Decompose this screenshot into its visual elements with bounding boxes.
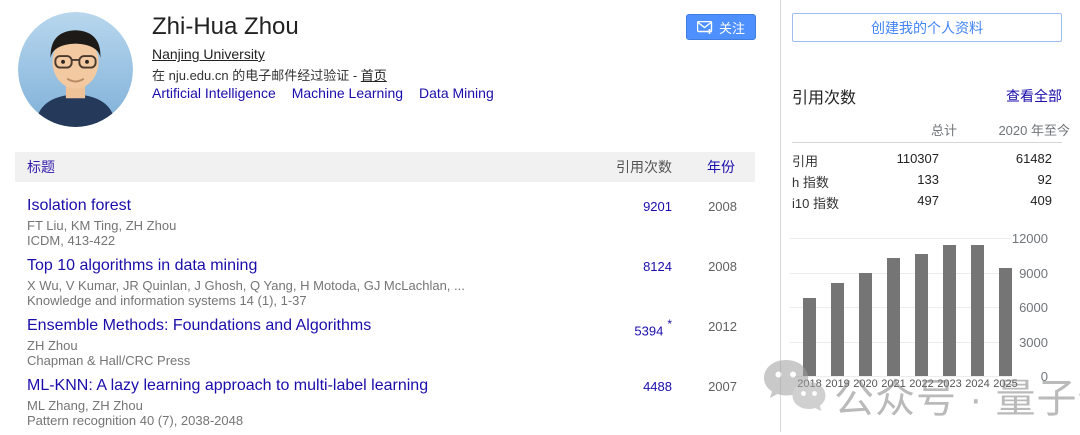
stat-label: i10 指数 — [792, 193, 839, 212]
citation-count-link[interactable]: 4488 — [643, 379, 672, 394]
chart-xtick-label: 2025 — [989, 378, 1022, 390]
chart-bar-2025[interactable] — [999, 268, 1012, 376]
stat-value-since-2020: 61482 — [1016, 151, 1052, 166]
publication-venue: Pattern recognition 40 (7), 2038-2048 — [27, 413, 243, 428]
sort-by-year-link[interactable]: 年份 — [707, 152, 735, 182]
column-header-total: 总计 — [931, 120, 957, 139]
publication-row: Ensemble Methods: Foundations and Algori… — [15, 317, 755, 375]
citations-bar-chart: 0300060009000120002018201920202021202220… — [790, 230, 1062, 396]
chart-bar-2022[interactable] — [915, 254, 928, 376]
column-header-since-2020: 2020 年至今 — [998, 120, 1070, 139]
stat-row-i10 指数: i10 指数 497 409 — [792, 193, 1062, 214]
profile-name: Zhi-Hua Zhou — [152, 13, 299, 41]
chart-ytick-label: 12000 — [998, 231, 1048, 246]
affiliation-link[interactable]: Nanjing University — [152, 46, 265, 62]
publication-title-link[interactable]: Ensemble Methods: Foundations and Algori… — [27, 317, 371, 335]
stat-value-total: 133 — [917, 172, 939, 187]
follow-button-label: 关注 — [719, 18, 745, 37]
publication-year: 2012 — [708, 319, 737, 334]
verified-email-text: 在 nju.edu.cn 的电子邮件经过验证 - 首页 — [152, 65, 387, 84]
publication-authors: ZH Zhou — [27, 338, 78, 353]
interest-link-2[interactable]: Data Mining — [419, 85, 494, 101]
publication-row: Top 10 algorithms in data mining X Wu, V … — [15, 257, 755, 315]
sort-by-title-link[interactable]: 标题 — [27, 152, 55, 182]
publication-year: 2007 — [708, 379, 737, 394]
publication-title-link[interactable]: Isolation forest — [27, 197, 131, 215]
cited-by-title: 引用次数 — [792, 84, 856, 108]
stat-row-引用: 引用 110307 61482 — [792, 151, 1062, 172]
create-profile-button[interactable]: 创建我的个人资料 — [792, 13, 1062, 42]
chart-bar-2023[interactable] — [943, 245, 956, 376]
interest-link-1[interactable]: Machine Learning — [292, 85, 403, 101]
stat-value-total: 497 — [917, 193, 939, 208]
publication-row: Isolation forest FT Liu, KM Ting, ZH Zhou… — [15, 197, 755, 255]
citation-count-link[interactable]: 9201 — [643, 199, 672, 214]
profile-photo — [18, 12, 133, 127]
verified-email-label: 在 nju.edu.cn 的电子邮件经过验证 - — [152, 68, 361, 83]
publication-year: 2008 — [708, 259, 737, 274]
stat-label: h 指数 — [792, 172, 829, 191]
profile-photo-image — [18, 12, 133, 127]
sort-by-citations-label: 引用次数 — [616, 152, 672, 182]
interests-list: Artificial Intelligence Machine Learning D… — [152, 85, 510, 101]
publication-title-link[interactable]: Top 10 algorithms in data mining — [27, 257, 257, 275]
publication-title-link[interactable]: ML-KNN: A lazy learning approach to mult… — [27, 377, 428, 395]
chart-gridline — [790, 238, 1012, 239]
chart-bar-2019[interactable] — [831, 283, 844, 376]
publication-authors: FT Liu, KM Ting, ZH Zhou — [27, 218, 176, 233]
stat-row-h 指数: h 指数 133 92 — [792, 172, 1062, 193]
stat-value-since-2020: 92 — [1038, 172, 1052, 187]
merged-citations-star: * — [667, 317, 672, 331]
chart-bar-2021[interactable] — [887, 258, 900, 376]
stats-divider-line — [792, 142, 1062, 143]
follow-email-plus-icon — [697, 21, 714, 34]
publication-authors: X Wu, V Kumar, JR Quinlan, J Ghosh, Q Ya… — [27, 278, 465, 293]
citation-count-link[interactable]: 8124 — [643, 259, 672, 274]
publication-year: 2008 — [708, 199, 737, 214]
publication-venue: Chapman & Hall/CRC Press — [27, 353, 190, 368]
interest-link-0[interactable]: Artificial Intelligence — [152, 85, 276, 101]
publication-authors: ML Zhang, ZH Zhou — [27, 398, 143, 413]
homepage-link[interactable]: 首页 — [361, 68, 387, 83]
vertical-divider — [780, 0, 781, 432]
stat-value-since-2020: 409 — [1030, 193, 1052, 208]
citation-count-link[interactable]: 5394* — [634, 319, 672, 338]
follow-button[interactable]: 关注 — [686, 14, 756, 40]
chart-bar-2020[interactable] — [859, 273, 872, 377]
publication-venue: Knowledge and information systems 14 (1)… — [27, 293, 307, 308]
chart-gridline — [790, 376, 1012, 377]
chart-bar-2024[interactable] — [971, 245, 984, 376]
chart-bar-2018[interactable] — [803, 298, 816, 376]
publications-header-row: 标题 引用次数 年份 — [15, 152, 755, 182]
publication-row: ML-KNN: A lazy learning approach to mult… — [15, 377, 755, 435]
publication-venue: ICDM, 413-422 — [27, 233, 115, 248]
stat-value-total: 110307 — [897, 151, 939, 166]
stat-label: 引用 — [792, 151, 818, 170]
view-all-link[interactable]: 查看全部 — [1006, 86, 1062, 106]
